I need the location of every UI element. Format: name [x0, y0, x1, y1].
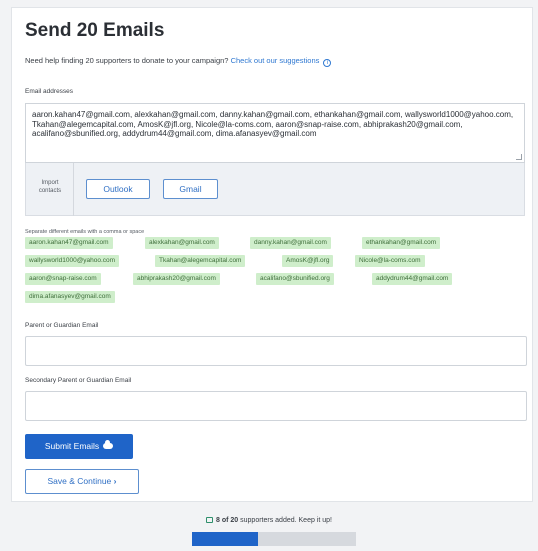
gmail-button[interactable]: Gmail	[163, 179, 218, 199]
progress-suffix: supporters added. Keep it up!	[240, 517, 332, 524]
import-divider	[73, 163, 74, 216]
secondary-parent-email-field[interactable]	[25, 391, 527, 421]
separator-note: Separate different emails with a comma o…	[25, 229, 145, 235]
progress-status: 8 of 20 supporters added. Keep it up!	[0, 517, 538, 524]
email-chip[interactable]: danny.kahan@gmail.com	[250, 237, 331, 249]
email-addresses-value: aaron.kahan47@gmail.com, alexkahan@gmail…	[32, 110, 514, 138]
email-chip[interactable]: Tkahan@alegemcapital.com	[155, 255, 246, 267]
email-chip[interactable]: aaron.kahan47@gmail.com	[25, 237, 113, 249]
progress-count: 8 of 20	[216, 517, 239, 524]
submit-emails-button[interactable]: Submit Emails	[25, 434, 133, 459]
email-chip[interactable]: AmosK@jfl.org	[282, 255, 334, 267]
submit-emails-label: Submit Emails	[44, 441, 100, 451]
email-addresses-textarea[interactable]: aaron.kahan47@gmail.com, alexkahan@gmail…	[25, 103, 525, 163]
email-chip[interactable]: abhiprakash20@gmail.com	[133, 273, 220, 285]
info-icon[interactable]: i	[323, 59, 332, 67]
email-chip[interactable]: addydrum44@gmail.com	[372, 273, 453, 285]
secondary-parent-email-label: Secondary Parent or Guardian Email	[25, 377, 132, 384]
parent-email-field[interactable]	[25, 336, 527, 366]
import-contacts-bar: Import contacts Outlook Gmail	[25, 163, 525, 216]
email-chip[interactable]: aaron@snap-raise.com	[25, 273, 101, 285]
email-chip[interactable]: ethankahan@gmail.com	[362, 237, 441, 249]
cloud-upload-icon	[103, 440, 114, 449]
import-contacts-label: Import contacts	[38, 180, 62, 194]
page-title: Send 20 Emails	[25, 20, 165, 41]
help-line: Need help finding 20 supporters to donat…	[25, 56, 332, 67]
chevron-right-icon: ›	[113, 476, 117, 486]
save-continue-label: Save & Continue	[47, 476, 112, 486]
suggestions-link[interactable]: Check out our suggestions	[231, 56, 320, 65]
email-chip[interactable]: dima.afanasyev@gmail.com	[25, 291, 115, 303]
email-chip[interactable]: acalifano@sbunified.org	[256, 273, 334, 285]
progress-bar	[192, 532, 356, 546]
email-chip[interactable]: wallysworld1000@yahoo.com	[25, 255, 120, 267]
save-continue-button[interactable]: Save & Continue ›	[25, 469, 139, 494]
email-chip[interactable]: alexkahan@gmail.com	[145, 237, 219, 249]
email-addresses-label: Email addresses	[25, 88, 74, 95]
progress-bar-fill	[192, 532, 258, 546]
outlook-button[interactable]: Outlook	[86, 179, 150, 199]
send-emails-card: Send 20 Emails Need help finding 20 supp…	[11, 7, 533, 502]
parent-email-label: Parent or Guardian Email	[25, 322, 99, 329]
resize-grip-icon[interactable]	[516, 154, 522, 160]
help-text: Need help finding 20 supporters to donat…	[25, 56, 229, 65]
mail-icon	[206, 517, 213, 523]
email-chip[interactable]: Nicole@la-coms.com	[355, 255, 425, 267]
